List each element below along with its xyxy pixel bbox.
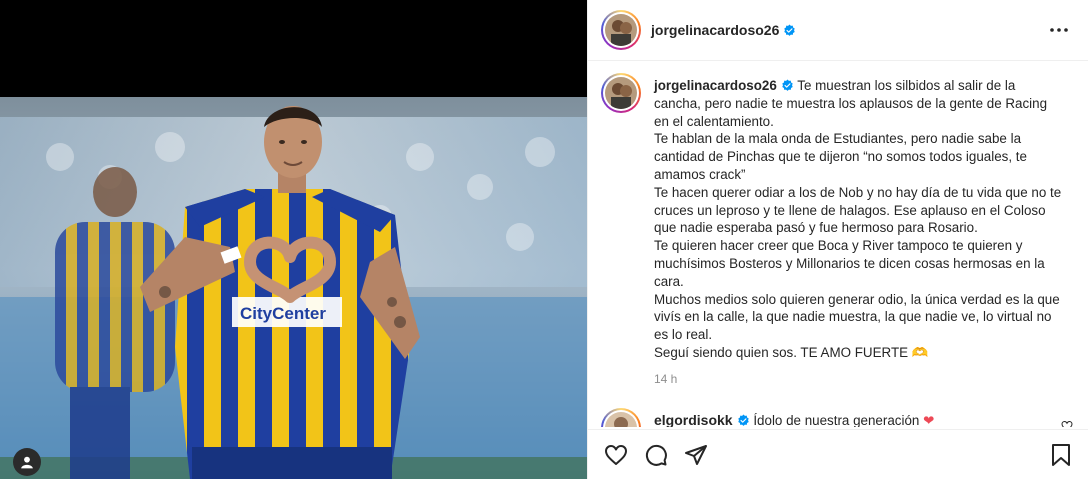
share-icon [685, 445, 707, 465]
verified-badge-icon [782, 79, 793, 91]
share-button[interactable] [683, 442, 709, 468]
caption-paragraph: Muchos medios solo quieren generar odio,… [654, 291, 1064, 343]
post-photo: CityCenter [0, 97, 587, 479]
comment-text: elgordisokk Ídolo de nuestra generación … [654, 412, 934, 427]
user-tag-button[interactable] [13, 448, 41, 476]
caption-paragraph: Te hablan de la mala onda de Estudiantes… [654, 131, 1031, 182]
post-media[interactable]: CityCenter [0, 0, 587, 479]
post-timestamp[interactable]: 14 h [654, 372, 677, 386]
caption-author-avatar[interactable] [601, 73, 641, 113]
caption-text: jorgelinacardoso26 Te muestran los silbi… [654, 77, 1064, 362]
verified-badge-icon [737, 414, 749, 426]
comment-row: elgordisokk Ídolo de nuestra generación … [588, 400, 1088, 427]
header-username[interactable]: jorgelinacardoso26 [651, 22, 779, 38]
caption-paragraph: Seguí siendo quien sos. TE AMO FUERTE 🫶 [654, 344, 929, 360]
header-author-wrap: jorgelinacardoso26 [651, 22, 796, 40]
more-options-icon [1050, 28, 1068, 32]
caption-username[interactable]: jorgelinacardoso26 [654, 78, 777, 93]
post-header: jorgelinacardoso26 [588, 0, 1088, 61]
save-icon [1052, 444, 1070, 466]
player-photo: CityCenter [0, 97, 587, 479]
caption-paragraph: Te quieren hacer creer que Boca y River … [654, 238, 1049, 289]
post-panel: jorgelinacardoso26 jorgelinacardoso26 Te… [587, 0, 1088, 479]
user-tag-icon [21, 456, 33, 469]
author-avatar[interactable] [601, 10, 641, 50]
sponsor-text: CityCenter [240, 304, 326, 323]
comment-button[interactable] [643, 442, 669, 468]
caption-paragraph: Te hacen querer odiar a los de Nob y no … [654, 184, 1065, 236]
verified-badge-icon [784, 24, 796, 36]
comment-icon [645, 444, 667, 466]
comment-avatar[interactable] [601, 408, 641, 427]
comment-username[interactable]: elgordisokk [654, 412, 733, 427]
comment-heart-emoji: ❤ [923, 413, 935, 427]
caption-block: jorgelinacardoso26 Te muestran los silbi… [588, 62, 1088, 400]
like-icon [605, 445, 627, 465]
save-button[interactable] [1048, 442, 1074, 468]
heart-small-icon[interactable] [1061, 420, 1073, 427]
comment-body: Ídolo de nuestra generación [753, 413, 920, 427]
action-bar [588, 429, 1088, 479]
more-options-button[interactable] [1047, 20, 1071, 40]
like-button[interactable] [603, 442, 629, 468]
